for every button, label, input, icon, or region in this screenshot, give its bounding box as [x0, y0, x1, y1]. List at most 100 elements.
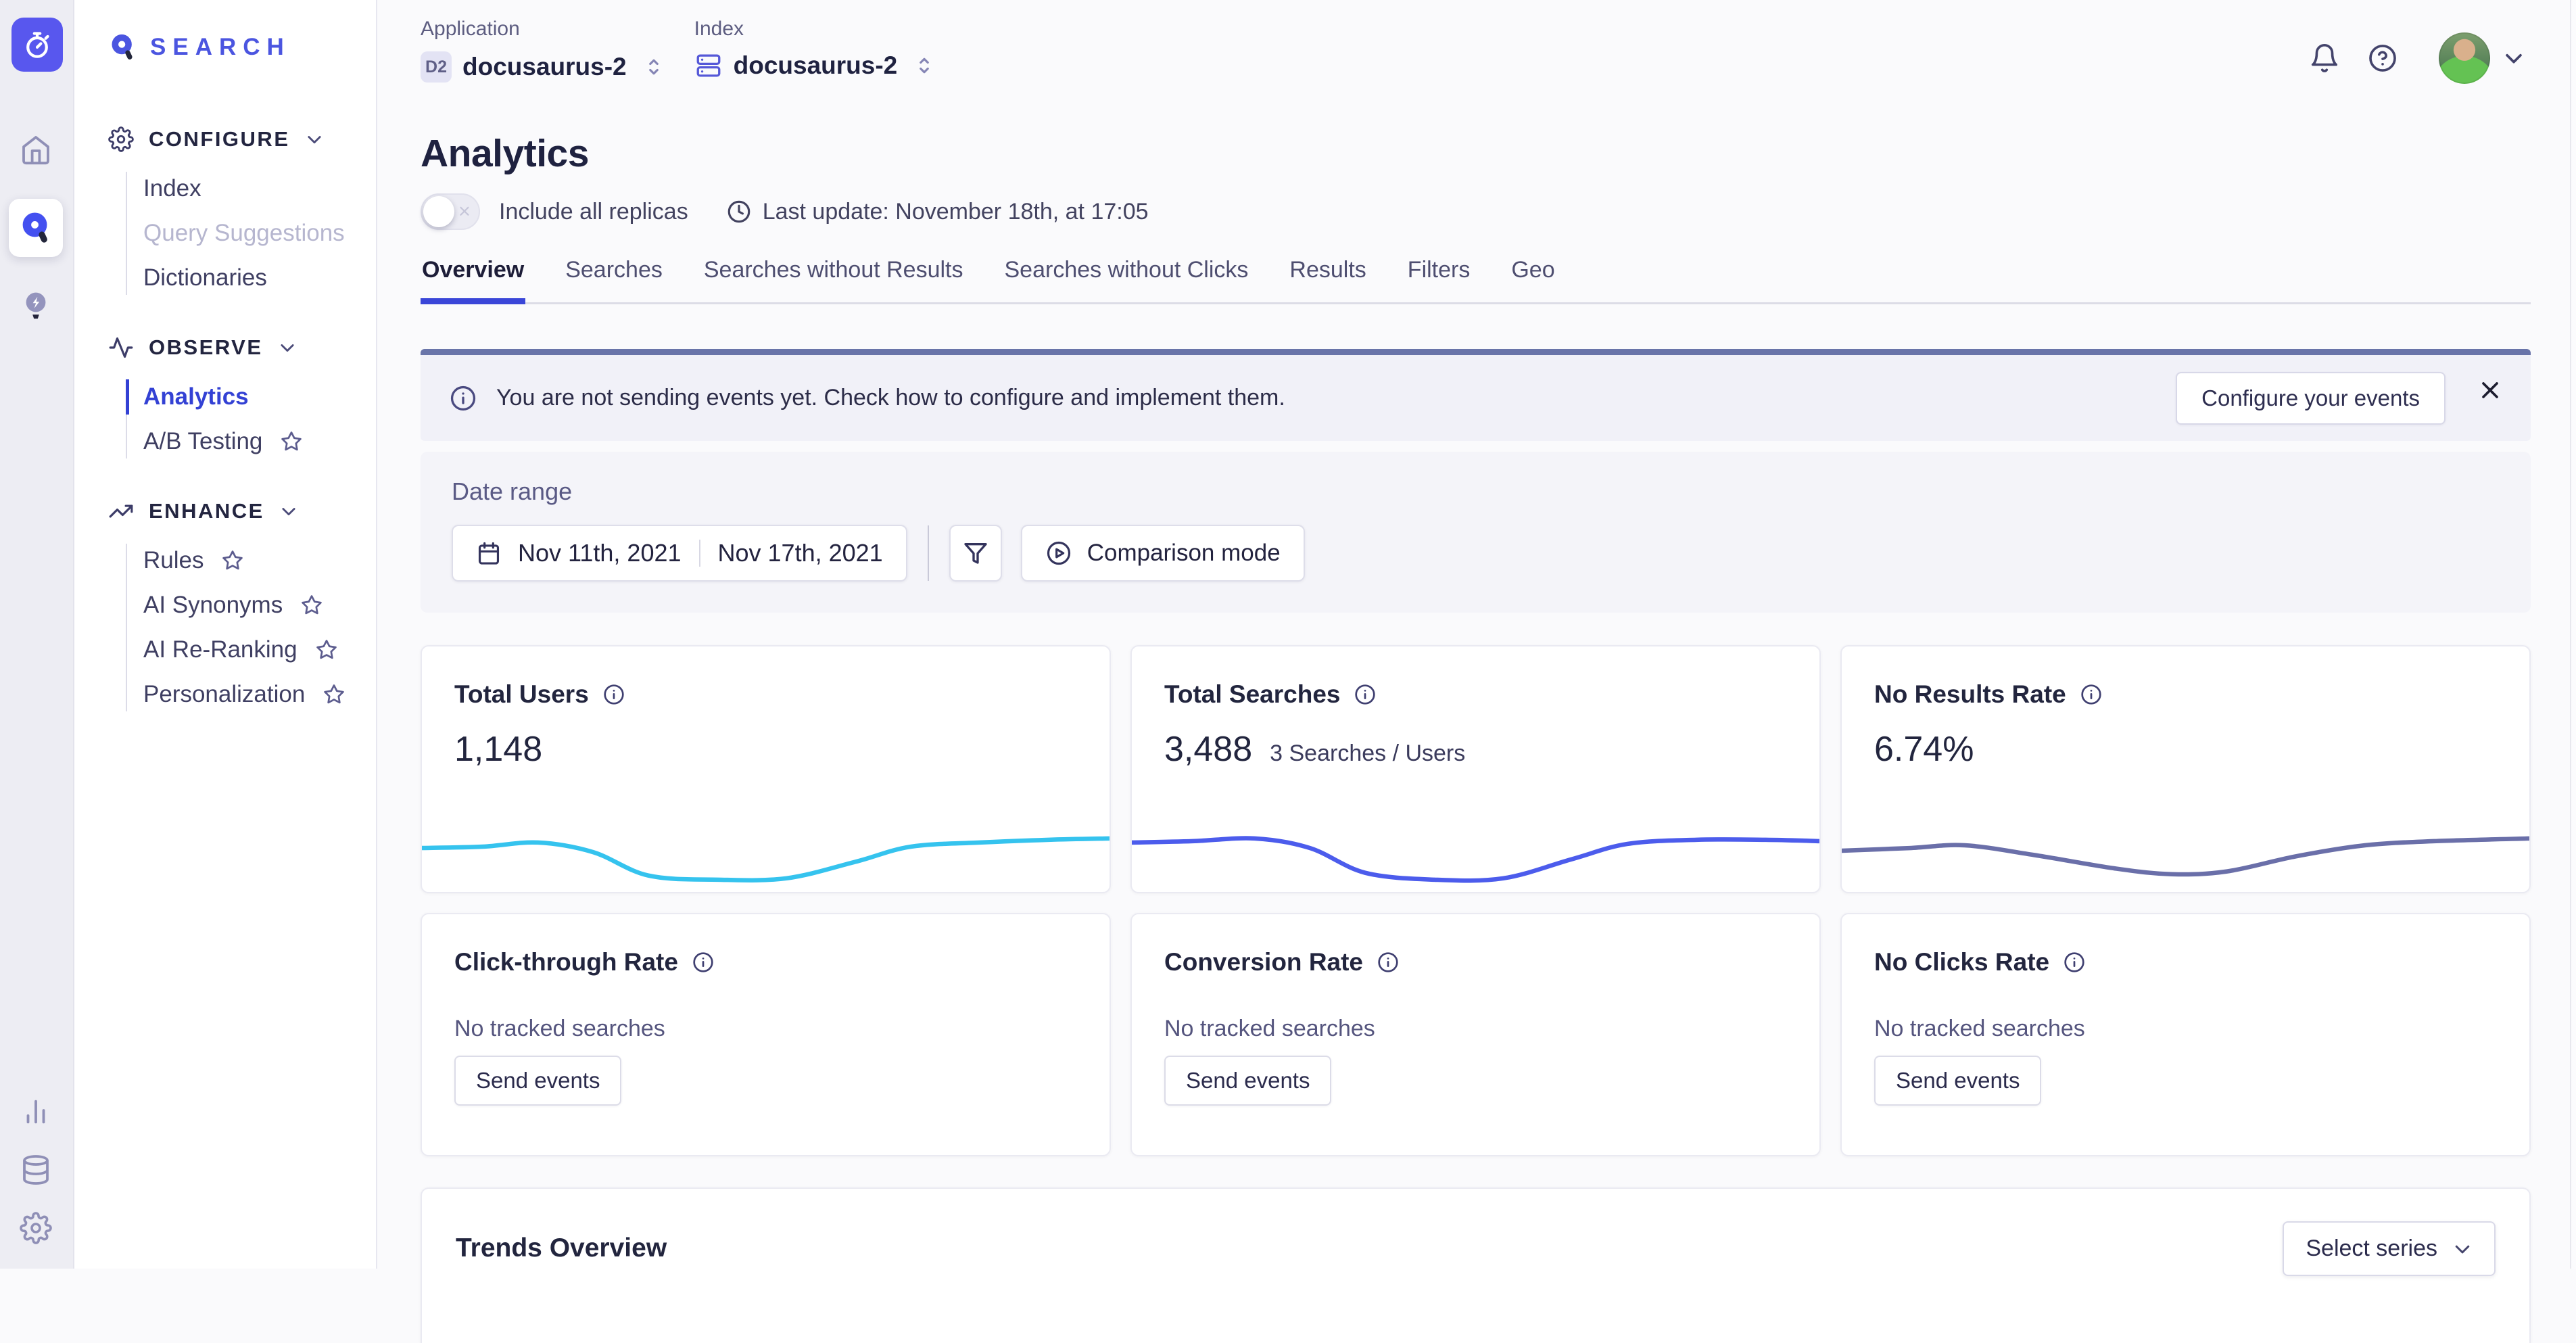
- sidebar-section-header-enhance[interactable]: ENHANCE: [74, 496, 376, 526]
- search-product-logo[interactable]: SEARCH: [74, 0, 376, 62]
- events-banner: You are not sending events yet. Check ho…: [421, 349, 2531, 441]
- tab-searches-without-clicks[interactable]: Searches without Clicks: [1003, 249, 1250, 302]
- card-subvalue: 3 Searches / Users: [1270, 740, 1465, 767]
- send-events-button[interactable]: Send events: [1164, 1056, 1331, 1106]
- play-circle-icon: [1045, 540, 1072, 567]
- send-events-button[interactable]: Send events: [1874, 1056, 2041, 1106]
- user-avatar[interactable]: [2439, 32, 2490, 84]
- toggle-off-x: ×: [458, 199, 471, 223]
- info-icon[interactable]: [2063, 951, 2086, 974]
- notifications-bell-icon[interactable]: [2309, 43, 2340, 74]
- sidebar-item-label: AI Synonyms: [143, 592, 283, 619]
- page-title: Analytics: [421, 131, 2531, 176]
- sidebar-item-label: Query Suggestions: [143, 220, 345, 247]
- sidebar-item-ai-synonyms[interactable]: AI Synonyms: [143, 583, 376, 628]
- star-icon[interactable]: [300, 594, 323, 617]
- banner-message: You are not sending events yet. Check ho…: [496, 385, 1285, 411]
- status-cards-row: Click-through RateNo tracked searchesSen…: [421, 913, 2531, 1156]
- topbar: Application D2 docusaurus-2 Index: [377, 0, 2570, 101]
- metric-cards-row: Total Users1,148Total Searches3,4883 Sea…: [421, 645, 2531, 893]
- no-tracked-searches-note: No tracked searches: [1842, 1016, 2529, 1042]
- star-icon[interactable]: [221, 549, 244, 572]
- user-menu-chevron-icon[interactable]: [2502, 47, 2525, 70]
- recommend-lightbulb-icon[interactable]: [18, 288, 53, 323]
- info-icon[interactable]: [2080, 683, 2103, 706]
- gear-icon[interactable]: [18, 1210, 53, 1246]
- card-title: No Clicks Rate: [1874, 948, 2049, 976]
- info-icon[interactable]: [1377, 951, 1400, 974]
- configure-events-button[interactable]: Configure your events: [2176, 372, 2446, 425]
- date-range-picker[interactable]: Nov 11th, 2021 Nov 17th, 2021: [452, 525, 907, 582]
- date-start: Nov 11th, 2021: [518, 539, 682, 567]
- bar-chart-icon[interactable]: [18, 1094, 53, 1129]
- sidebar-section-configure: CONFIGURE Index Query Suggestions Dictionar…: [74, 124, 376, 300]
- send-events-button[interactable]: Send events: [454, 1056, 621, 1106]
- star-icon[interactable]: [323, 683, 345, 706]
- application-selector[interactable]: Application D2 docusaurus-2: [421, 18, 666, 83]
- sidebar-item-index[interactable]: Index: [143, 166, 376, 211]
- sidebar-item-dictionaries[interactable]: Dictionaries: [143, 256, 376, 300]
- tab-overview[interactable]: Overview: [421, 249, 525, 302]
- tab-filters[interactable]: Filters: [1406, 249, 1472, 302]
- date-range-label: Date range: [452, 477, 2500, 506]
- sidebar-item-rules[interactable]: Rules: [143, 538, 376, 583]
- magnifier-logo-icon: [108, 32, 138, 62]
- sidebar-item-analytics[interactable]: Analytics: [143, 375, 376, 419]
- sidebar-item-ai-re-ranking[interactable]: AI Re-Ranking: [143, 628, 376, 672]
- sidebar-nav: CONFIGURE Index Query Suggestions Dictionar…: [74, 124, 376, 717]
- section-label: CONFIGURE: [149, 127, 290, 151]
- sidebar-item-query-suggestions[interactable]: Query Suggestions: [143, 211, 376, 256]
- info-icon[interactable]: [1354, 683, 1377, 706]
- home-icon[interactable]: [18, 133, 53, 168]
- index-value: docusaurus-2: [734, 51, 898, 80]
- chevron-down-icon: [305, 130, 324, 149]
- tab-searches[interactable]: Searches: [564, 249, 664, 302]
- stopwatch-logo-button[interactable]: [11, 18, 63, 72]
- tab-searches-without-results[interactable]: Searches without Results: [702, 249, 965, 302]
- date-range-panel: Date range Nov 11th, 2021 Nov 17th, 2021: [421, 452, 2531, 613]
- toggle-knob: [423, 196, 454, 227]
- page-scrollbar[interactable]: [2570, 0, 2576, 1269]
- select-series-button[interactable]: Select series: [2283, 1221, 2496, 1276]
- info-icon[interactable]: [602, 683, 625, 706]
- sidebar-item-personalization[interactable]: Personalization: [143, 672, 376, 717]
- info-icon[interactable]: [692, 951, 715, 974]
- sidebar-item-a-b-testing[interactable]: A/B Testing: [143, 419, 376, 464]
- sidebar-section-header-observe[interactable]: OBSERVE: [74, 333, 376, 362]
- select-series-label: Select series: [2306, 1235, 2437, 1262]
- sidebar-section-observe: OBSERVE AnalyticsA/B Testing: [74, 333, 376, 464]
- card-value: 3,488: [1164, 729, 1252, 770]
- calendar-icon: [476, 540, 502, 566]
- page-meta-row: × Include all replicas Last update: Nove…: [421, 192, 2531, 231]
- metric-card-no-results-rate: No Results Rate6.74%: [1840, 645, 2531, 893]
- trends-title: Trends Overview: [456, 1233, 667, 1263]
- gear-icon: [108, 126, 134, 152]
- metric-card-total-users: Total Users1,148: [421, 645, 1111, 893]
- server-icon: [694, 51, 723, 80]
- info-icon: [449, 384, 477, 413]
- content-area: Application D2 docusaurus-2 Index: [377, 0, 2570, 1269]
- star-icon[interactable]: [315, 638, 338, 661]
- tab-results[interactable]: Results: [1288, 249, 1367, 302]
- search-icon: [19, 211, 53, 245]
- search-product-active-item[interactable]: [9, 199, 63, 257]
- comparison-mode-button[interactable]: Comparison mode: [1021, 525, 1305, 582]
- card-title: Total Users: [454, 680, 589, 709]
- include-replicas-label: Include all replicas: [499, 199, 688, 225]
- sidebar-section-header-configure[interactable]: CONFIGURE: [74, 124, 376, 154]
- activity-icon: [108, 335, 134, 360]
- tab-geo[interactable]: Geo: [1510, 249, 1556, 302]
- star-icon[interactable]: [280, 430, 303, 453]
- sparkline-total-searches: [1130, 804, 1821, 887]
- sidebar-item-label: Dictionaries: [143, 264, 267, 291]
- date-end: Nov 17th, 2021: [718, 539, 883, 567]
- unfold-arrows-icon: [642, 55, 666, 79]
- include-replicas-toggle[interactable]: ×: [421, 193, 480, 230]
- sidebar: SEARCH CONFIGURE Index Query Suggestions Di…: [74, 0, 377, 1269]
- close-icon[interactable]: [2477, 377, 2504, 404]
- trending-up-icon: [108, 498, 134, 524]
- filter-funnel-button[interactable]: [949, 525, 1002, 582]
- database-icon[interactable]: [18, 1152, 53, 1187]
- index-selector[interactable]: Index docusaurus-2: [694, 18, 937, 80]
- help-icon[interactable]: [2367, 43, 2398, 74]
